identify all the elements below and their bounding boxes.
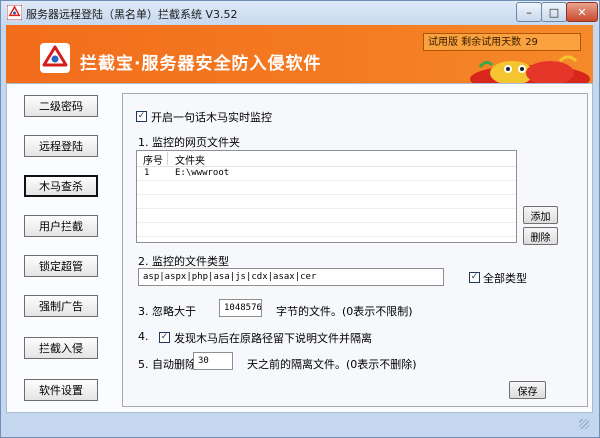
section4-number: 4. [138,330,149,343]
nav-user-block-button[interactable]: 用户拦截 [24,215,98,237]
empty-row [137,223,516,237]
trial-label: 试用版 剩余试用天数 [428,37,522,48]
nav-secondary-password-button[interactable]: 二级密码 [24,95,98,117]
section3-prefix: 3. 忽略大于 [138,305,196,318]
empty-row [137,209,516,223]
empty-row [137,195,516,209]
minimize-button[interactable]: – [516,2,542,22]
all-types-label: 全部类型 [483,272,527,285]
banner: 拦截宝·服务器安全防入侵软件 试用版 剩余试用天数 29 [6,25,593,83]
app-logo-icon [7,5,22,20]
section3-suffix: 字节的文件。(0表示不限制) [276,305,413,318]
table-row[interactable]: 1 E:\wwwroot [137,167,516,181]
folder-list[interactable]: 序号 文件夹 1 E:\wwwroot [136,150,517,243]
delete-folder-button[interactable]: 删除 [523,227,558,245]
all-types-checkbox[interactable]: ✓ [469,272,480,283]
banner-title: 拦截宝·服务器安全防入侵软件 [80,54,322,74]
content-area: 二级密码 远程登陆 木马查杀 用户拦截 锁定超管 强制广告 拦截入侵 软件设置 … [6,83,593,413]
section5-prefix: 5. 自动删除 [138,358,196,371]
status-bar [6,414,593,432]
nav-remote-login-button[interactable]: 远程登陆 [24,135,98,157]
row-path: E:\wwwroot [175,168,230,178]
trial-status: 试用版 剩余试用天数 29 [423,33,581,51]
save-button[interactable]: 保存 [509,381,546,399]
leave-note-label: 发现木马后在原路径留下说明文件并隔离 [174,332,372,345]
nav-forced-ad-button[interactable]: 强制广告 [24,295,98,317]
folder-list-header: 序号 文件夹 [137,151,516,167]
column-folder-header: 文件夹 [175,156,205,167]
maximize-button[interactable]: □ [541,2,567,22]
close-button[interactable]: ✕ [566,2,598,22]
ignore-size-input[interactable]: 1048576 [219,299,262,317]
lion-dance-icon [470,55,590,83]
section2-label: 2. 监控的文件类型 [138,255,229,268]
trial-days: 29 [525,37,538,48]
resize-grip-icon[interactable] [579,419,589,429]
row-index: 1 [144,168,150,178]
column-index-header: 序号 [143,156,163,167]
realtime-monitor-checkbox[interactable]: ✓ [136,111,147,122]
section1-label: 1. 监控的网页文件夹 [138,136,240,149]
add-folder-button[interactable]: 添加 [523,206,558,224]
window-title: 服务器远程登陆（黑名单）拦截系统 V3.52 [26,8,238,21]
trojan-scan-panel: ✓ 开启一句话木马实时监控 1. 监控的网页文件夹 序号 文件夹 1 E:\ww… [122,93,588,407]
nav-lock-admin-button[interactable]: 锁定超管 [24,255,98,277]
nav-trojan-scan-button[interactable]: 木马查杀 [24,175,98,197]
shield-logo-icon [40,43,70,73]
title-bar: 服务器远程登陆（黑名单）拦截系统 V3.52 – □ ✕ [1,1,599,25]
empty-row [137,181,516,195]
leave-note-checkbox[interactable]: ✓ [159,332,170,343]
section5-suffix: 天之前的隔离文件。(0表示不删除) [247,358,417,371]
app-window: 服务器远程登陆（黑名单）拦截系统 V3.52 – □ ✕ 拦截宝·服务器安全防入… [0,0,600,438]
delete-days-input[interactable]: 30 [193,352,233,370]
realtime-monitor-label: 开启一句话木马实时监控 [151,111,272,124]
nav-block-intrusion-button[interactable]: 拦截入侵 [24,337,98,359]
nav-settings-button[interactable]: 软件设置 [24,379,98,401]
file-types-input[interactable]: asp|aspx|php|asa|js|cdx|asax|cer [138,268,444,286]
